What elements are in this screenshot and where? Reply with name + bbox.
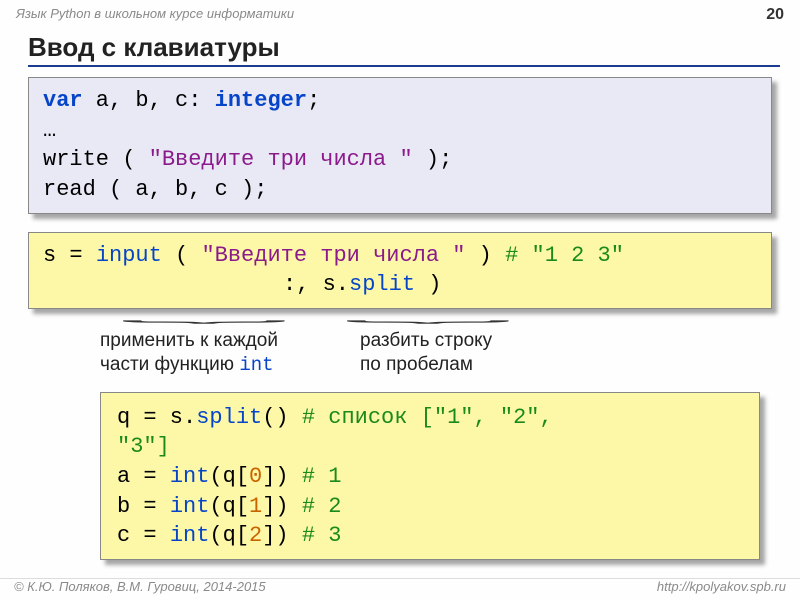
code-line: "3"]	[117, 432, 743, 462]
brace-icon: ⏟	[120, 314, 288, 319]
code-line-faded: :, s.split )	[43, 270, 757, 300]
slide-title: Ввод с клавиатуры	[28, 32, 780, 67]
code-line: var a, b, c: integer;	[43, 86, 757, 116]
brace-icon: ⏟	[344, 314, 512, 319]
code-box-pascal: var a, b, c: integer; … write ( "Введите…	[28, 77, 772, 214]
annotation-split: разбить строку по пробелам	[360, 329, 590, 378]
copyright: © К.Ю. Поляков, В.М. Гуровиц, 2014-2015	[14, 579, 266, 594]
code-line: q = s.split() # список ["1", "2",	[117, 403, 743, 433]
slide-footer: © К.Ю. Поляков, В.М. Гуровиц, 2014-2015 …	[0, 578, 800, 596]
code-box-python-1: s = input ( "Введите три числа " ) # "1 …	[28, 232, 772, 309]
code-line: …	[43, 116, 757, 146]
footer-url: http://kpolyakov.spb.ru	[657, 579, 786, 594]
annotation-row: применить к каждой части функцию int раз…	[100, 329, 800, 378]
code-line: b = int(q[1]) # 2	[117, 492, 743, 522]
slide-header: Язык Python в школьном курсе информатики…	[0, 0, 800, 26]
code-line: write ( "Введите три числа " );	[43, 145, 757, 175]
annotation-apply-int: применить к каждой части функцию int	[100, 329, 360, 378]
code-line: read ( a, b, c );	[43, 175, 757, 205]
code-line: c = int(q[2]) # 3	[117, 521, 743, 551]
page-number: 20	[766, 6, 784, 24]
code-line: s = input ( "Введите три числа " ) # "1 …	[43, 241, 757, 271]
code-line: a = int(q[0]) # 1	[117, 462, 743, 492]
code-box-python-2: q = s.split() # список ["1", "2", "3"] a…	[100, 392, 760, 560]
course-name: Язык Python в школьном курсе информатики	[16, 6, 294, 24]
